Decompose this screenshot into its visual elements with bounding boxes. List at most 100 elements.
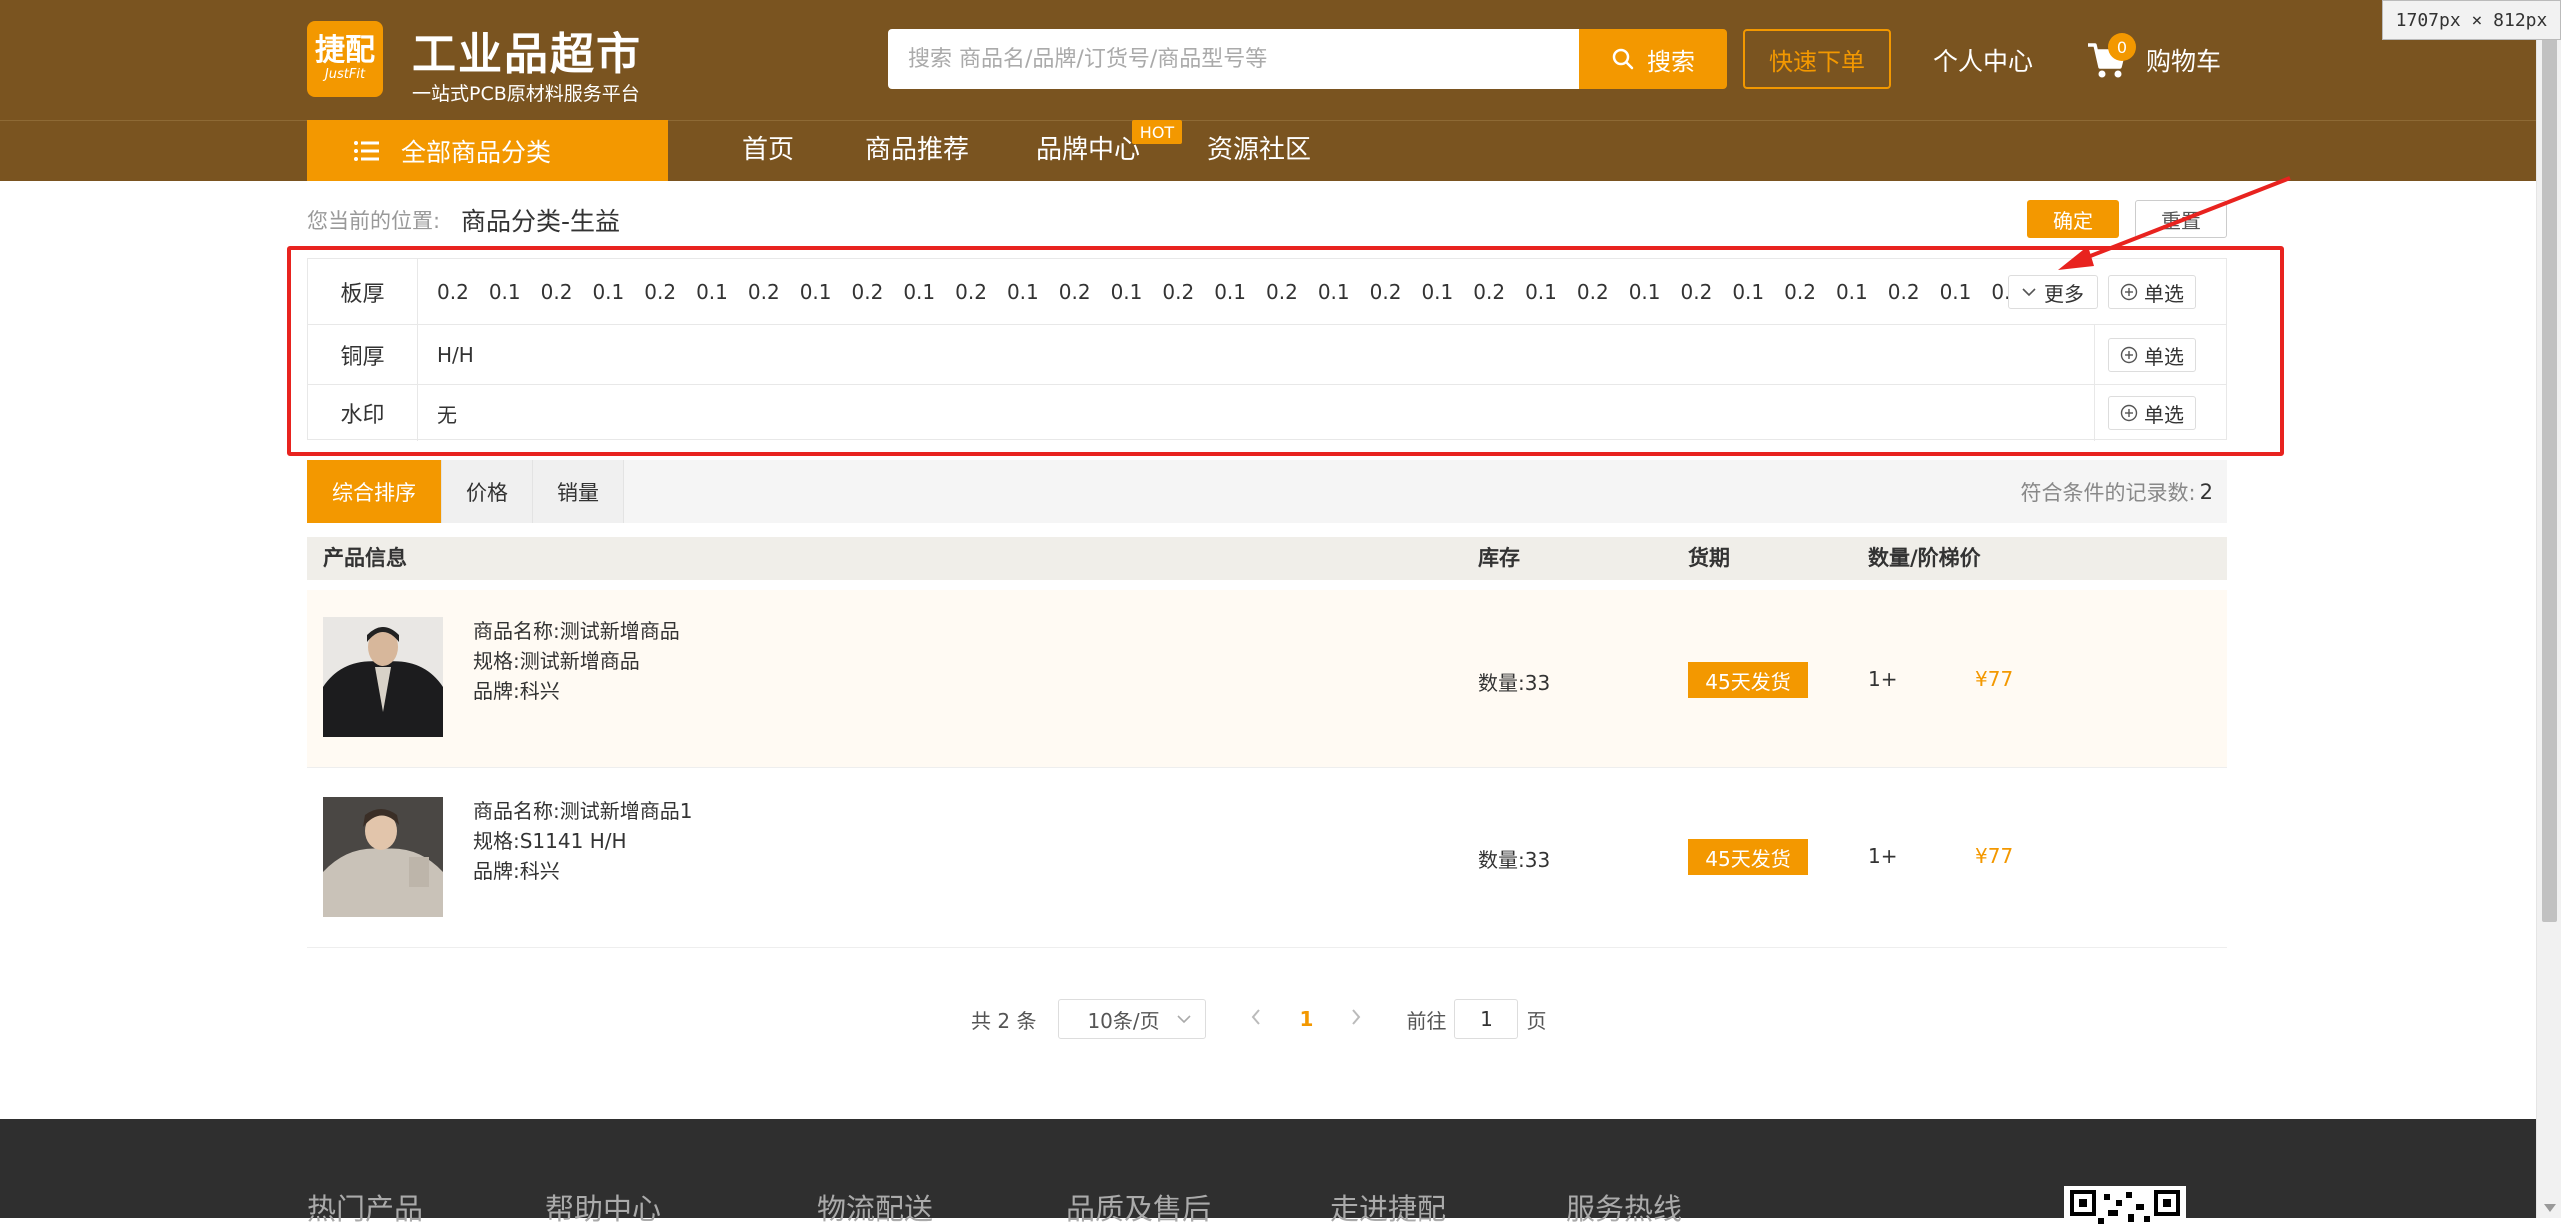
plus-circle-icon [2120, 283, 2138, 301]
personal-center-link[interactable]: 个人中心 [1933, 42, 2033, 78]
menu-list-icon [354, 140, 379, 161]
filter-label: 水印 [308, 385, 418, 441]
filter-value-option[interactable]: 0.2 [1784, 280, 1816, 304]
filter-value-option[interactable]: 0.1 [1732, 280, 1764, 304]
product-name[interactable]: 商品名称:测试新增商品1 [473, 796, 692, 826]
filter-value-option[interactable]: 0.1 [1836, 280, 1868, 304]
filter-value-option[interactable]: H/H [437, 343, 474, 367]
product-stock: 数量:33 [1478, 848, 1551, 872]
nav-item-recommend[interactable]: 商品推荐 [865, 120, 969, 181]
product-brand: 品牌:科兴 [473, 679, 560, 703]
filter-value-option[interactable]: 0.1 [1525, 280, 1557, 304]
filter-value-option[interactable]: 0.1 [1318, 280, 1350, 304]
cart-link[interactable]: 0 购物车 [2086, 33, 2221, 84]
product-name[interactable]: 商品名称:测试新增商品 [473, 616, 680, 646]
viewport-size-tooltip: 1707px × 812px [2382, 0, 2561, 40]
next-page-button[interactable] [1336, 1007, 1376, 1032]
filter-value-option[interactable]: 0.1 [1940, 280, 1972, 304]
filter-value-option[interactable]: 0.2 [1681, 280, 1713, 304]
filter-value-option[interactable]: 0.1 [1214, 280, 1246, 304]
prev-page-button[interactable] [1236, 1007, 1276, 1032]
single-select-button[interactable]: 单选 [2108, 396, 2196, 430]
single-select-button[interactable]: 单选 [2108, 338, 2196, 372]
filter-value-option[interactable]: 0.2 [955, 280, 987, 304]
filter-row-board-thickness: 板厚 0.2 0.1 0.2 0.1 0.2 0.1 0.2 0.1 0.2 0.1 0.2 0.1 0… [308, 259, 2226, 325]
footer-link-logistics[interactable]: 物流配送 [817, 1186, 933, 1228]
product-image[interactable] [323, 617, 443, 737]
filter-value-option[interactable]: 0.1 [1111, 280, 1143, 304]
filter-value-option[interactable]: 0.1 [800, 280, 832, 304]
sort-tab-price[interactable]: 价格 [442, 460, 533, 523]
site-title: 工业品超市 [412, 29, 642, 80]
sort-tab-sales[interactable]: 销量 [533, 460, 624, 523]
column-header-qty-price: 数量/阶梯价 [1868, 546, 1981, 570]
footer-link-quality-service[interactable]: 品质及售后 [1066, 1186, 1211, 1228]
column-header-stock: 库存 [1478, 546, 1520, 570]
reset-button[interactable]: 重置 [2135, 200, 2227, 238]
filter-value-option[interactable]: 无 [437, 399, 457, 428]
quantity-tier: 1+ [1868, 844, 1898, 868]
vertical-scrollbar[interactable] [2536, 0, 2561, 1218]
filter-value-option[interactable]: 0.1 [592, 280, 624, 304]
filter-label: 铜厚 [308, 325, 418, 384]
filter-value-option[interactable]: 0.2 [437, 280, 469, 304]
site-logo[interactable]: 捷配 JustFit [307, 21, 383, 97]
confirm-button[interactable]: 确定 [2027, 200, 2119, 238]
tier-price: ¥77 [1975, 667, 2014, 691]
search-button[interactable]: 搜索 [1579, 29, 1727, 89]
search-input[interactable] [906, 45, 1579, 73]
scroll-down-arrow-icon[interactable] [2544, 1204, 2556, 1212]
filter-value-option[interactable]: 0.2 [1266, 280, 1298, 304]
table-row[interactable]: 商品名称:测试新增商品 规格:测试新增商品 品牌:科兴 数量:33 45天发货 … [307, 590, 2227, 768]
nav-item-brand-center[interactable]: 品牌中心 [1036, 120, 1140, 181]
product-image[interactable] [323, 797, 443, 917]
all-categories-button[interactable]: 全部商品分类 [307, 120, 668, 181]
quick-order-button[interactable]: 快速下单 [1743, 29, 1891, 89]
footer-link-hot-products[interactable]: 热门产品 [307, 1186, 423, 1228]
page-unit-label: 页 [1526, 1008, 1547, 1033]
nav-item-resource-community[interactable]: 资源社区 [1207, 120, 1311, 181]
search-button-label: 搜索 [1647, 47, 1695, 76]
footer-link-about[interactable]: 走进捷配 [1330, 1186, 1446, 1228]
filter-value-option[interactable]: 0.1 [489, 280, 521, 304]
cart-icon: 0 [2086, 33, 2136, 81]
table-row[interactable]: 商品名称:测试新增商品1 规格:S1141 H/H 品牌:科兴 数量:33 45… [307, 770, 2227, 948]
logo-text-cn: 捷配 [315, 33, 375, 68]
filter-value-option[interactable]: 0.2 [1162, 280, 1194, 304]
footer-link-help-center[interactable]: 帮助中心 [545, 1186, 661, 1228]
filter-value-option[interactable]: 0.2 [1370, 280, 1402, 304]
page-size-select[interactable]: 10条/页 [1058, 999, 1207, 1039]
filter-value-option[interactable]: 0.2 [1577, 280, 1609, 304]
filter-values: 无 [437, 385, 457, 441]
nav-item-home[interactable]: 首页 [742, 120, 794, 181]
scrollbar-thumb[interactable] [2542, 22, 2557, 922]
filter-value-option[interactable]: 0.1 [1007, 280, 1039, 304]
filter-value-option[interactable]: 0.2 [748, 280, 780, 304]
filter-value-option[interactable]: 0.1 [1421, 280, 1453, 304]
goto-page-input[interactable]: 1 [1454, 999, 1519, 1039]
pagination-total: 共 2 条 [971, 1008, 1037, 1033]
footer-link-hotline[interactable]: 服务热线 [1566, 1186, 1682, 1228]
filter-label: 板厚 [308, 259, 418, 324]
filter-divider [2094, 325, 2095, 384]
filter-value-option[interactable]: 0.1 [696, 280, 728, 304]
filter-value-option[interactable]: 0.2 [1473, 280, 1505, 304]
more-button[interactable]: 更多 [2008, 275, 2098, 309]
filter-value-option[interactable]: 0.2 [852, 280, 884, 304]
filter-value-option[interactable]: 0.2 [1059, 280, 1091, 304]
page-number-current[interactable]: 1 [1276, 1007, 1336, 1031]
filter-row-copper-thickness: 铜厚 H/H 单选 [308, 325, 2226, 385]
filter-value-option[interactable]: 0.1 [1629, 280, 1661, 304]
chevron-down-icon [2022, 288, 2036, 297]
filter-value-option[interactable]: 0.2 [1888, 280, 1920, 304]
filter-value-option[interactable]: 0.2 [644, 280, 676, 304]
page-size-value: 10条/页 [1087, 1008, 1160, 1033]
single-select-button[interactable]: 单选 [2108, 275, 2196, 309]
filter-value-option[interactable]: 0.2 [541, 280, 573, 304]
chevron-left-icon [1252, 1008, 1261, 1025]
cart-count-badge: 0 [2108, 33, 2136, 61]
record-count: 符合条件的记录数: 2 [2021, 460, 2213, 523]
filter-value-option[interactable]: 0.1 [903, 280, 935, 304]
site-subtitle: 一站式PCB原材料服务平台 [412, 83, 640, 105]
sort-tab-comprehensive[interactable]: 综合排序 [307, 460, 442, 523]
